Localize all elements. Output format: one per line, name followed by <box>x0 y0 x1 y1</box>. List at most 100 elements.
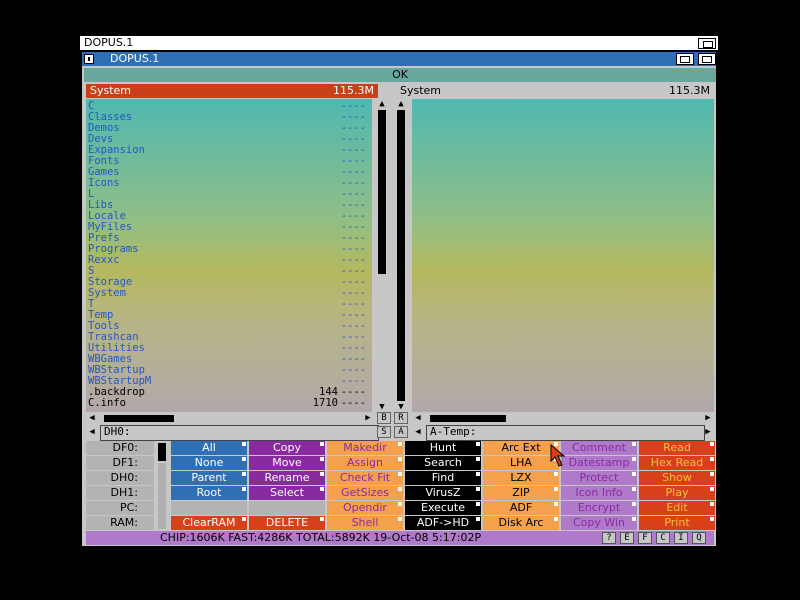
left-scroll-knob[interactable] <box>378 274 386 401</box>
opendir-button[interactable]: Opendir <box>327 501 403 515</box>
scroll-left-arrow-icon[interactable]: ◀ <box>412 413 424 424</box>
file-list-row[interactable]: Fonts ---- <box>88 156 368 167</box>
protect-button[interactable]: Protect <box>561 471 637 485</box>
execute-button[interactable]: Execute <box>405 501 481 515</box>
left-lister-header[interactable]: System 115.3M <box>86 84 378 98</box>
virusz-button[interactable]: VirusZ <box>405 486 481 500</box>
buffer-b-button[interactable]: B <box>377 412 391 424</box>
right-path-input[interactable]: A-Temp: <box>426 425 705 441</box>
right-horizontal-scrollbar[interactable]: ◀ ▶ <box>412 413 714 424</box>
size-a-button[interactable]: A <box>394 426 408 438</box>
disk-arc-button[interactable]: Disk Arc <box>483 516 559 530</box>
getsizes-button[interactable]: GetSizes <box>327 486 403 500</box>
check-fit-button[interactable]: Check Fit <box>327 471 403 485</box>
status-button-e[interactable]: E <box>620 532 634 544</box>
right-lister-header[interactable]: System 115.3M <box>396 84 714 98</box>
clearram-button[interactable]: ClearRAM <box>171 516 247 530</box>
scroll-up-arrow-icon[interactable]: ▲ <box>394 99 408 109</box>
print-button[interactable]: Print <box>639 516 715 530</box>
parent-button[interactable]: Parent <box>171 471 247 485</box>
file-list-row[interactable]: C.info 1710 ---- <box>88 398 368 409</box>
status-button-help[interactable]: ? <box>602 532 616 544</box>
buffer-r-button[interactable]: R <box>394 412 408 424</box>
path-left-arrow-icon[interactable]: ◀ <box>412 425 424 439</box>
adf-button[interactable]: ADF <box>483 501 559 515</box>
ok-button[interactable]: OK <box>84 68 716 82</box>
device-button-dh0[interactable]: DH0: <box>86 471 154 485</box>
screen-title-bar[interactable]: DOPUS.1 <box>80 36 718 50</box>
scroll-left-arrow-icon[interactable]: ◀ <box>86 413 98 424</box>
lzx-button[interactable]: LZX <box>483 471 559 485</box>
assign-button[interactable]: Assign <box>327 456 403 470</box>
none-button[interactable]: None <box>171 456 247 470</box>
shell-button[interactable]: Shell <box>327 516 403 530</box>
path-left-arrow-icon[interactable]: ◀ <box>86 425 98 439</box>
screen-depth-gadget[interactable] <box>698 38 716 49</box>
left-vertical-scrollbar[interactable]: ▲ ▼ <box>375 99 389 412</box>
right-vertical-scrollbar[interactable]: ▲ ▼ <box>394 99 408 412</box>
status-button-f[interactable]: F <box>638 532 652 544</box>
window-depth-icon[interactable] <box>698 53 716 65</box>
show-button[interactable]: Show <box>639 471 715 485</box>
all-button[interactable]: All <box>171 441 247 455</box>
right-hscroll-knob[interactable] <box>430 415 506 422</box>
file-list-row[interactable]: Expansion ---- <box>88 145 368 156</box>
device-button-df0[interactable]: DF0: <box>86 441 154 455</box>
status-button-q[interactable]: Q <box>692 532 706 544</box>
file-list-row[interactable]: Libs ---- <box>88 200 368 211</box>
makedir-button[interactable]: Makedir <box>327 441 403 455</box>
status-button-c[interactable]: C <box>656 532 670 544</box>
adf-hd-button[interactable]: ADF->HD <box>405 516 481 530</box>
device-button-ram[interactable]: RAM: <box>86 516 154 530</box>
file-list-row[interactable]: Programs ---- <box>88 244 368 255</box>
file-list-row[interactable]: Demos ---- <box>88 123 368 134</box>
scroll-right-arrow-icon[interactable]: ▶ <box>702 413 714 424</box>
window-title-bar[interactable]: DOPUS.1 <box>82 52 716 66</box>
select-button[interactable]: Select <box>249 486 325 500</box>
rename-button[interactable]: Rename <box>249 471 325 485</box>
scroll-down-arrow-icon[interactable]: ▼ <box>394 402 408 412</box>
file-list-row[interactable]: System ---- <box>88 288 368 299</box>
device-button-df1[interactable]: DF1: <box>86 456 154 470</box>
read-button[interactable]: Read <box>639 441 715 455</box>
comment-button[interactable]: Comment <box>561 441 637 455</box>
file-list-row[interactable]: Games ---- <box>88 167 368 178</box>
device-bank-scrollbar[interactable] <box>156 441 168 531</box>
play-button[interactable]: Play <box>639 486 715 500</box>
file-list-row[interactable]: T ---- <box>88 299 368 310</box>
window-close-icon[interactable] <box>84 54 94 64</box>
file-list-row[interactable]: MyFiles ---- <box>88 222 368 233</box>
icon-info-button[interactable]: Icon Info <box>561 486 637 500</box>
copy-win-button[interactable]: Copy Win <box>561 516 637 530</box>
encrypt-button[interactable]: Encrypt <box>561 501 637 515</box>
copy-button[interactable]: Copy <box>249 441 325 455</box>
scroll-down-arrow-icon[interactable]: ▼ <box>375 402 389 412</box>
file-list-row[interactable]: L ---- <box>88 189 368 200</box>
left-path-input[interactable]: DH0: <box>100 425 379 441</box>
path-right-arrow-icon[interactable]: ▶ <box>702 425 714 439</box>
lha-button[interactable]: LHA <box>483 456 559 470</box>
hunt-button[interactable]: Hunt <box>405 441 481 455</box>
delete-button[interactable]: DELETE <box>249 516 325 530</box>
file-list-row[interactable]: Icons ---- <box>88 178 368 189</box>
find-button[interactable]: Find <box>405 471 481 485</box>
edit-button[interactable]: Edit <box>639 501 715 515</box>
scroll-up-arrow-icon[interactable]: ▲ <box>375 99 389 109</box>
file-list-row[interactable]: Classes ---- <box>88 112 368 123</box>
arc-ext-button[interactable]: Arc Ext <box>483 441 559 455</box>
left-horizontal-scrollbar[interactable]: ◀ ▶ <box>86 413 374 424</box>
hex-read-button[interactable]: Hex Read <box>639 456 715 470</box>
zip-button[interactable]: ZIP <box>483 486 559 500</box>
file-list-row[interactable]: Storage ---- <box>88 277 368 288</box>
status-button-i[interactable]: I <box>674 532 688 544</box>
root-button[interactable]: Root <box>171 486 247 500</box>
datestamp-button[interactable]: Datestamp <box>561 456 637 470</box>
left-file-list[interactable]: C ---- Classes ---- Demos ---- Devs ---- Expansi… <box>86 99 372 412</box>
device-button-dh1[interactable]: DH1: <box>86 486 154 500</box>
file-list-row[interactable]: Rexxc ---- <box>88 255 368 266</box>
device-button-pc[interactable]: PC: <box>86 501 154 515</box>
left-hscroll-knob[interactable] <box>104 415 174 422</box>
move-button[interactable]: Move <box>249 456 325 470</box>
scroll-right-arrow-icon[interactable]: ▶ <box>362 413 374 424</box>
right-file-list[interactable] <box>412 99 714 412</box>
